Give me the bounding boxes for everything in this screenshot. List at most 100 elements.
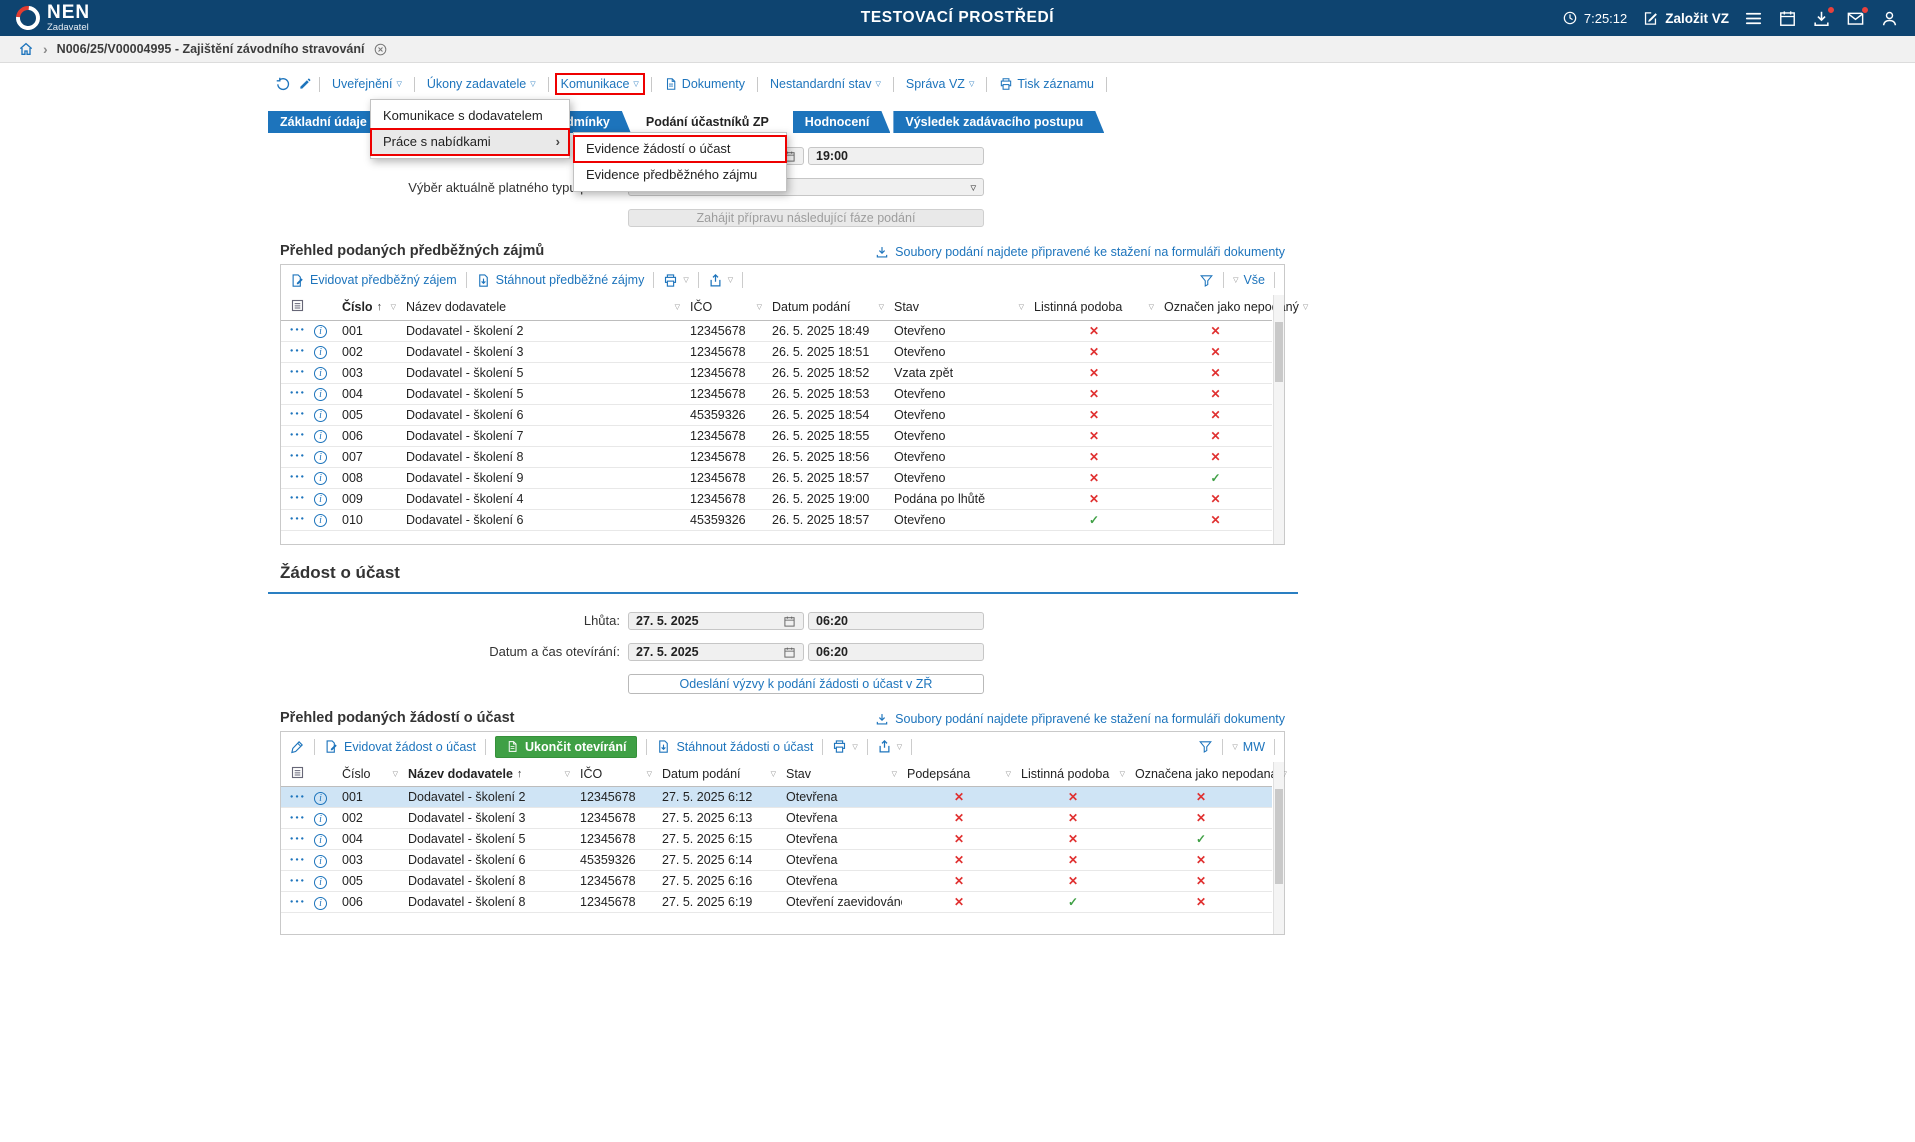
download-interests-button[interactable]: Stáhnout předběžné zájmy	[476, 273, 645, 288]
filter-button[interactable]	[1198, 739, 1213, 754]
print-button[interactable]: ▽	[832, 739, 857, 754]
row-menu-icon[interactable]: ●●●	[290, 794, 306, 800]
column-filter-icon[interactable]: ▽	[393, 770, 398, 778]
table-row[interactable]: ●●●i009Dodavatel - školení 41234567826. …	[281, 488, 1272, 509]
register-interest-button[interactable]: Evidovat předběžný zájem	[290, 273, 457, 288]
menu-uverejneni[interactable]: Uveřejnění▽	[327, 74, 407, 94]
menu-sprava-vz[interactable]: Správa VZ▽	[901, 74, 979, 94]
view-select[interactable]: ▽Vše	[1233, 273, 1265, 287]
table-row[interactable]: ●●●i003Dodavatel - školení 64535932627. …	[281, 850, 1272, 871]
column-filter-icon[interactable]: ▽	[879, 303, 884, 311]
phase-time-field[interactable]: 19:00	[808, 147, 984, 165]
column-filter-icon[interactable]: ▽	[757, 303, 762, 311]
deadline-time-field[interactable]: 06:20	[808, 612, 984, 630]
column-filter-icon[interactable]: ▽	[647, 770, 652, 778]
files-link[interactable]: Soubory podání najdete připravené ke sta…	[875, 712, 1285, 726]
menu-item-evidence-predbezneho-zajmu[interactable]: Evidence předběžného zájmu	[574, 162, 786, 188]
home-button[interactable]	[18, 41, 34, 57]
register-request-button[interactable]: Evidovat žádost o účast	[324, 739, 476, 754]
info-icon[interactable]: i	[314, 834, 327, 847]
info-icon[interactable]: i	[314, 346, 327, 359]
column-filter-icon[interactable]: ▽	[1006, 770, 1011, 778]
table-row[interactable]: ●●●i003Dodavatel - školení 51234567826. …	[281, 362, 1272, 383]
column-filter-icon[interactable]: ▽	[1149, 303, 1154, 311]
table-row[interactable]: ●●●i001Dodavatel - školení 21234567826. …	[281, 320, 1272, 341]
info-icon[interactable]: i	[314, 813, 327, 826]
table-row[interactable]: ●●●i007Dodavatel - školení 81234567826. …	[281, 446, 1272, 467]
calendar-small-icon[interactable]	[783, 613, 796, 627]
calendar-small-icon[interactable]	[783, 644, 796, 658]
table-row[interactable]: ●●●i002Dodavatel - školení 31234567826. …	[281, 341, 1272, 362]
row-menu-icon[interactable]: ●●●	[290, 815, 306, 821]
column-filter-icon[interactable]: ▽	[892, 770, 897, 778]
row-menu-icon[interactable]: ●●●	[290, 411, 306, 417]
table-row[interactable]: ●●●i005Dodavatel - školení 81234567827. …	[281, 871, 1272, 892]
hamburger-menu-button[interactable]	[1744, 9, 1763, 28]
column-filter-icon[interactable]: ▽	[1120, 770, 1125, 778]
table-row[interactable]: ●●●i002Dodavatel - školení 31234567827. …	[281, 808, 1272, 829]
table-row[interactable]: ●●●i005Dodavatel - školení 64535932626. …	[281, 404, 1272, 425]
menu-ukony-zadavatele[interactable]: Úkony zadavatele▽	[422, 74, 541, 94]
row-menu-icon[interactable]: ●●●	[290, 857, 306, 863]
column-filter-icon[interactable]: ▽	[565, 770, 570, 778]
info-icon[interactable]: i	[314, 514, 327, 527]
row-menu-icon[interactable]: ●●●	[290, 453, 306, 459]
export-button[interactable]: ▽	[708, 273, 733, 288]
info-icon[interactable]: i	[314, 792, 327, 805]
messages-button[interactable]	[1846, 9, 1865, 28]
menu-nestandardni-stav[interactable]: Nestandardní stav▽	[765, 74, 886, 94]
row-menu-icon[interactable]: ●●●	[290, 899, 306, 905]
sign-request-button[interactable]	[290, 739, 305, 754]
info-icon[interactable]: i	[314, 897, 327, 910]
info-icon[interactable]: i	[314, 472, 327, 485]
send-invite-button[interactable]: Odeslání výzvy k podání žádosti o účast …	[628, 674, 984, 694]
menu-item-evidence-zadosti-o-ucast[interactable]: Evidence žádostí o účast	[574, 136, 786, 162]
row-menu-icon[interactable]: ●●●	[290, 432, 306, 438]
files-link[interactable]: Soubory podání najdete připravené ke sta…	[875, 245, 1285, 259]
menu-komunikace[interactable]: Komunikace▽	[556, 74, 644, 94]
column-filter-icon[interactable]: ▽	[675, 303, 680, 311]
end-opening-button[interactable]: Ukončit otevírání	[495, 736, 637, 758]
close-record-button[interactable]	[373, 42, 388, 57]
info-icon[interactable]: i	[314, 430, 327, 443]
deadline-date-field[interactable]: 27. 5. 2025	[628, 612, 804, 630]
row-menu-icon[interactable]: ●●●	[290, 348, 306, 354]
breadcrumb-item[interactable]: N006/25/V00004995 - Zajištění závodního …	[57, 42, 365, 56]
menu-tisk-zaznamu[interactable]: Tisk záznamu	[994, 74, 1099, 94]
table-row[interactable]: ●●●i006Dodavatel - školení 81234567827. …	[281, 892, 1272, 913]
tab-podani-ucastniku-zp[interactable]: Podání účastníků ZP	[634, 111, 790, 133]
opening-date-field[interactable]: 27. 5. 2025	[628, 643, 804, 661]
tab-vysledek-zadavaciho-postupu[interactable]: Výsledek zadávacího postupu	[893, 111, 1104, 133]
table-row[interactable]: ●●●i006Dodavatel - školení 71234567826. …	[281, 425, 1272, 446]
column-filter-icon[interactable]: ▽	[391, 303, 396, 311]
table-row[interactable]: ●●●i008Dodavatel - školení 91234567826. …	[281, 467, 1272, 488]
table-row[interactable]: ●●●i004Dodavatel - školení 51234567827. …	[281, 829, 1272, 850]
column-filter-icon[interactable]: ▽	[1303, 303, 1308, 311]
info-icon[interactable]: i	[314, 451, 327, 464]
column-settings-icon[interactable]	[290, 765, 305, 780]
table-row[interactable]: ●●●i001Dodavatel - školení 21234567827. …	[281, 787, 1272, 808]
row-menu-icon[interactable]: ●●●	[290, 327, 306, 333]
history-button[interactable]	[275, 76, 291, 92]
info-icon[interactable]: i	[314, 388, 327, 401]
print-button[interactable]: ▽	[663, 273, 688, 288]
table-row[interactable]: ●●●i010Dodavatel - školení 64535932626. …	[281, 509, 1272, 530]
view-select[interactable]: ▽MW	[1232, 740, 1265, 754]
menu-dokumenty[interactable]: Dokumenty	[659, 74, 750, 94]
scrollbar[interactable]	[1273, 762, 1284, 935]
info-icon[interactable]: i	[314, 855, 327, 868]
tab-hodnoceni[interactable]: Hodnocení	[793, 111, 891, 133]
info-icon[interactable]: i	[314, 367, 327, 380]
menu-item-komunikace-s-dodavatelem[interactable]: Komunikace s dodavatelem	[371, 103, 569, 129]
column-filter-icon[interactable]: ▽	[771, 770, 776, 778]
downloads-button[interactable]	[1812, 9, 1831, 28]
row-menu-icon[interactable]: ●●●	[290, 390, 306, 396]
info-icon[interactable]: i	[314, 876, 327, 889]
row-menu-icon[interactable]: ●●●	[290, 836, 306, 842]
opening-time-field[interactable]: 06:20	[808, 643, 984, 661]
row-menu-icon[interactable]: ●●●	[290, 878, 306, 884]
profile-button[interactable]	[1880, 9, 1899, 28]
scrollbar-thumb[interactable]	[1275, 789, 1283, 884]
row-menu-icon[interactable]: ●●●	[290, 516, 306, 522]
scrollbar-thumb[interactable]	[1275, 322, 1283, 382]
